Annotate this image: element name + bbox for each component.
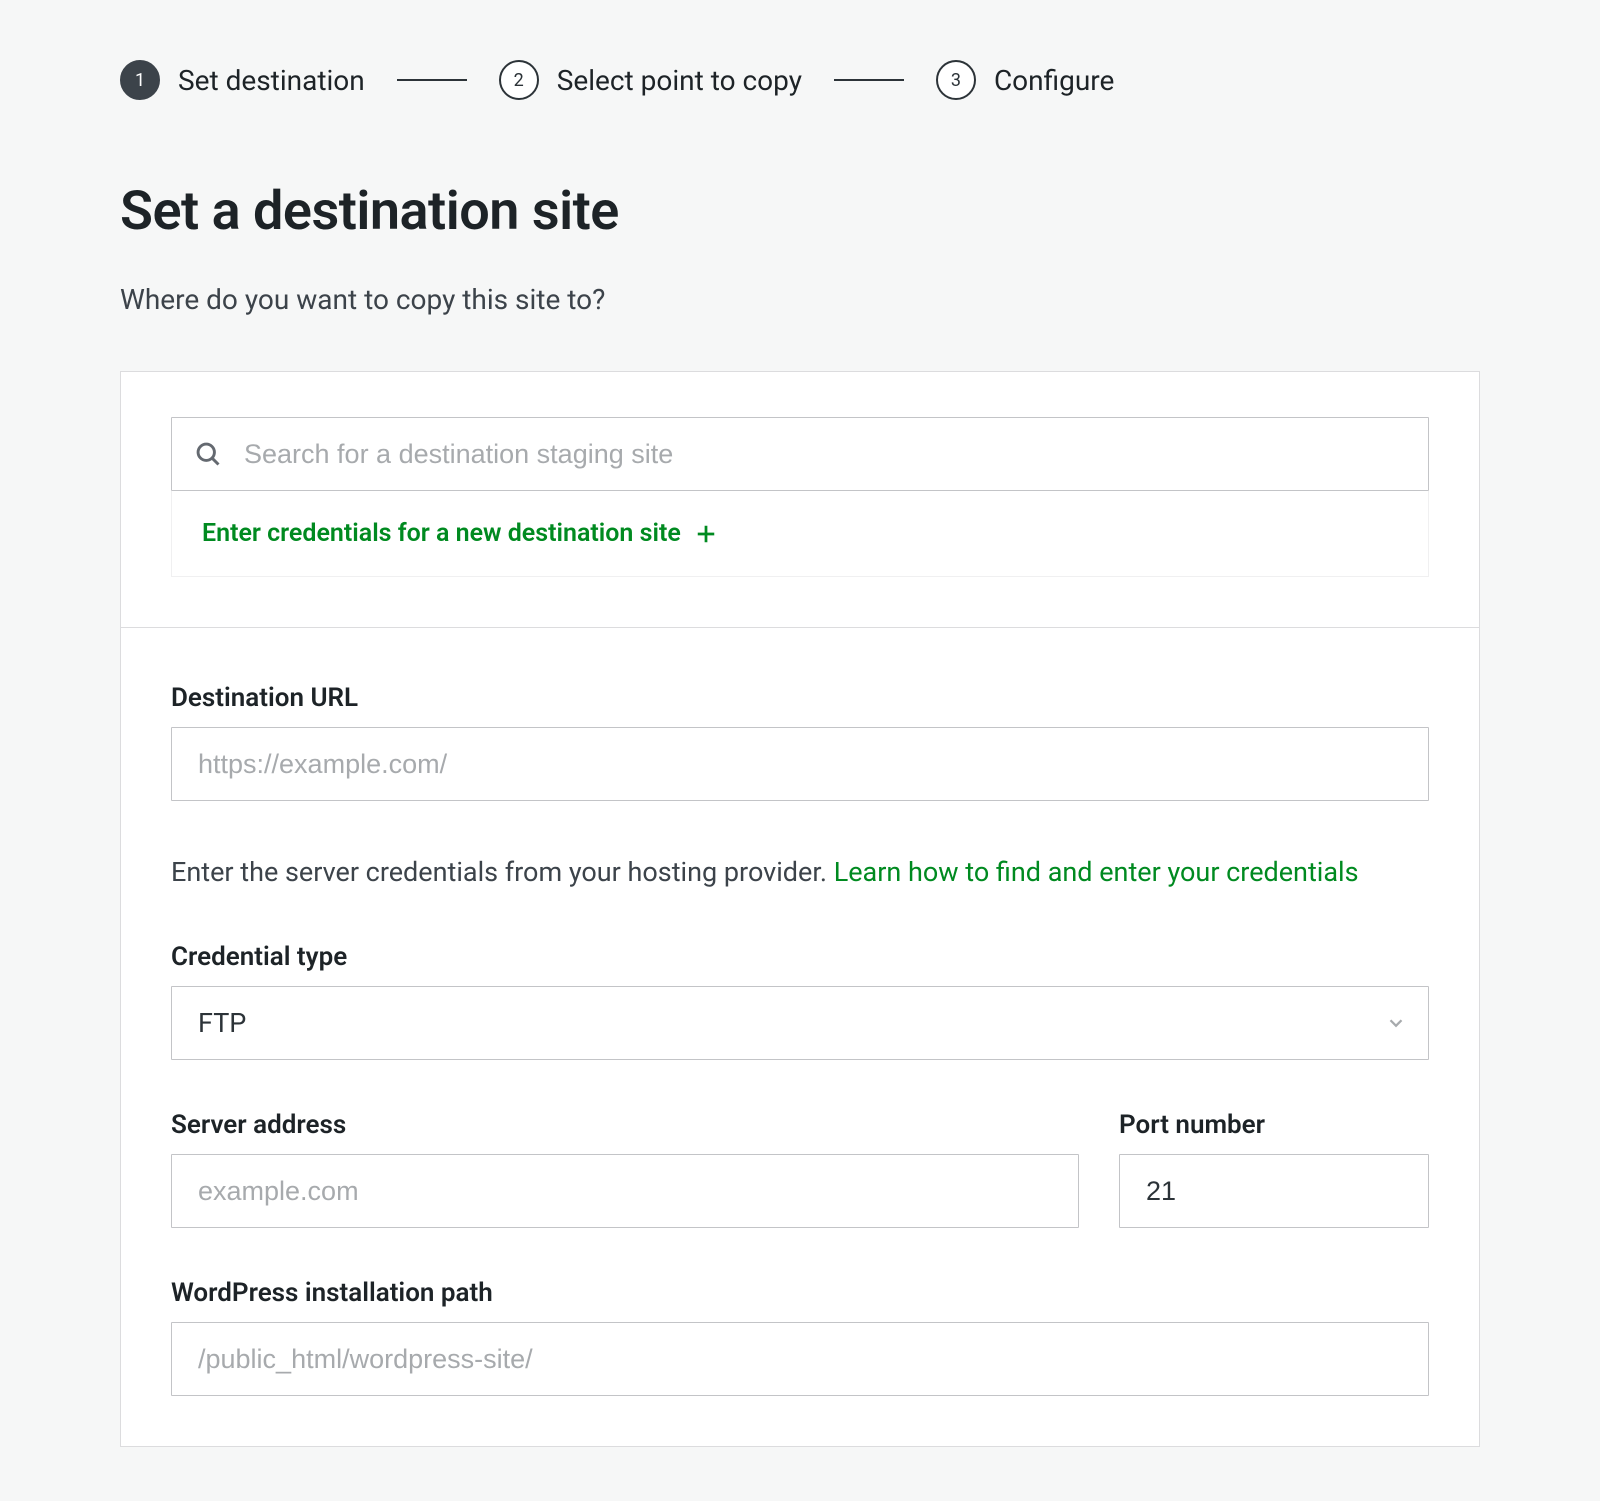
- destination-url-label: Destination URL: [171, 683, 1429, 713]
- step-2-number: 2: [499, 60, 539, 100]
- new-destination-label: Enter credentials for a new destination …: [202, 519, 681, 548]
- port-number-input[interactable]: [1119, 1154, 1429, 1228]
- credentials-form: Destination URL Enter the server credent…: [121, 628, 1479, 1396]
- step-divider: [834, 79, 904, 81]
- step-1-label: Set destination: [178, 64, 365, 97]
- server-address-label: Server address: [171, 1110, 1079, 1140]
- page-title: Set a destination site: [120, 180, 1480, 243]
- destination-card: Enter credentials for a new destination …: [120, 371, 1480, 1447]
- destination-url-input[interactable]: [171, 727, 1429, 801]
- page-subtitle: Where do you want to copy this site to?: [120, 283, 1480, 316]
- credential-type-select[interactable]: FTP: [171, 986, 1429, 1060]
- plus-icon: [695, 523, 717, 545]
- step-3[interactable]: 3 Configure: [936, 60, 1114, 100]
- search-input[interactable]: [244, 439, 1406, 470]
- search-icon: [194, 440, 222, 468]
- port-number-label: Port number: [1119, 1110, 1429, 1140]
- step-divider: [397, 79, 467, 81]
- step-3-number: 3: [936, 60, 976, 100]
- step-2[interactable]: 2 Select point to copy: [499, 60, 802, 100]
- credential-type-label: Credential type: [171, 942, 1429, 972]
- learn-credentials-link[interactable]: Learn how to find and enter your credent…: [834, 856, 1359, 888]
- credential-type-value: FTP: [198, 1007, 246, 1039]
- search-box[interactable]: [171, 417, 1429, 491]
- helper-prefix: Enter the server credentials from your h…: [171, 856, 834, 888]
- stepper: 1 Set destination 2 Select point to copy…: [120, 60, 1480, 100]
- step-2-label: Select point to copy: [557, 64, 802, 97]
- step-3-label: Configure: [994, 64, 1114, 97]
- credentials-helper-text: Enter the server credentials from your h…: [171, 851, 1429, 894]
- step-1[interactable]: 1 Set destination: [120, 60, 365, 100]
- new-destination-button[interactable]: Enter credentials for a new destination …: [171, 491, 1429, 577]
- step-1-number: 1: [120, 60, 160, 100]
- server-address-input[interactable]: [171, 1154, 1079, 1228]
- wp-path-label: WordPress installation path: [171, 1278, 1429, 1308]
- wp-path-input[interactable]: [171, 1322, 1429, 1396]
- search-section: Enter credentials for a new destination …: [121, 372, 1479, 628]
